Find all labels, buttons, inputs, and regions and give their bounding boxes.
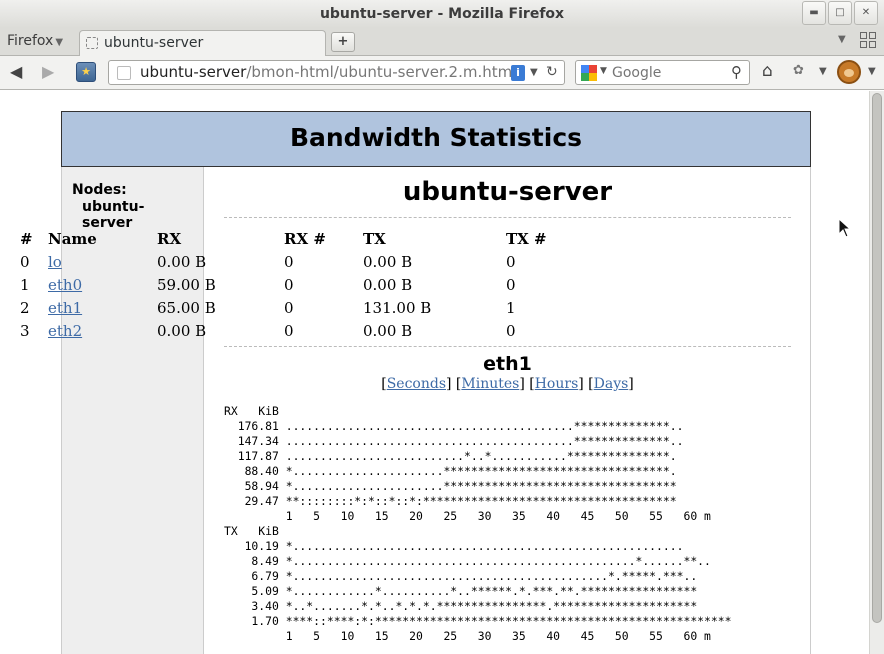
url-history-dropdown-icon[interactable]: ▼ [530, 61, 538, 84]
table-cell: eth1 [48, 296, 157, 319]
navigation-toolbar: ◀ ▶ ★ ubuntu-server/bmon-html/ubuntu-ser… [0, 56, 884, 90]
interface-link-eth1[interactable]: eth1 [48, 299, 82, 317]
table-cell: 1 [20, 275, 30, 294]
home-button[interactable]: ⌂ [762, 61, 773, 81]
minimize-button[interactable]: ▬ [802, 1, 826, 25]
table-cell: 3 [20, 321, 30, 340]
search-engine-dropdown-icon[interactable]: ▼ [600, 66, 607, 76]
page-favicon-icon [86, 37, 98, 49]
maximize-button[interactable]: □ [828, 1, 852, 25]
scrollbar-thumb[interactable] [872, 93, 882, 623]
greasemonkey-dropdown-icon[interactable]: ▼ [868, 66, 876, 77]
link-days[interactable]: Days [594, 376, 629, 392]
tab-strip: Firefox ▼ ubuntu-server + ▼ [0, 28, 884, 56]
tab-label: ubuntu-server [104, 35, 204, 51]
search-icon[interactable]: ⚲ [731, 63, 742, 81]
chevron-down-icon: ▼ [55, 37, 64, 48]
url-host: ubuntu-server [140, 63, 247, 81]
firefox-menu-button[interactable]: Firefox ▼ [7, 33, 63, 49]
addon-dropdown-icon[interactable]: ▼ [819, 66, 827, 77]
interface-link-lo[interactable]: lo [48, 253, 62, 271]
url-path: /bmon-html/ubuntu-server.2.m.html [246, 63, 517, 81]
period-links: [Seconds] [Minutes] [Hours] [Days] [381, 376, 634, 392]
mouse-cursor-icon [838, 218, 850, 238]
greasemonkey-icon[interactable] [837, 60, 861, 84]
table-cell: eth2 [48, 319, 157, 342]
forward-button[interactable]: ▶ [42, 62, 54, 81]
rx-ascii-graph: RX KiB 176.81 ..........................… [224, 404, 711, 523]
info-icon[interactable]: i [511, 65, 525, 81]
google-icon[interactable] [581, 65, 597, 81]
address-bar[interactable]: ubuntu-server/bmon-html/ubuntu-server.2.… [108, 60, 565, 85]
tx-ascii-graph: TX KiB 10.19 *..........................… [224, 524, 732, 643]
tab-ubuntu-server[interactable]: ubuntu-server [79, 30, 326, 56]
table-cell: lo [48, 250, 157, 273]
nodes-label: Nodes: [72, 182, 127, 198]
window-controls: ▬ □ ✕ [802, 1, 878, 25]
table-cell: eth0 [48, 273, 157, 296]
column-header: Name [48, 229, 97, 248]
window-title: ubuntu-server - Mozilla Firefox [319, 6, 565, 22]
window-titlebar: ubuntu-server - Mozilla Firefox ▬ □ ✕ [0, 0, 884, 28]
interface-title: eth1 [483, 353, 532, 375]
interface-link-eth0[interactable]: eth0 [48, 276, 82, 294]
interface-link-eth2[interactable]: eth2 [48, 322, 82, 340]
close-button[interactable]: ✕ [854, 1, 878, 25]
page-viewport: Bandwidth Statistics Nodes: ubuntu-serve… [0, 91, 869, 654]
new-tab-button[interactable]: + [331, 32, 355, 52]
firefox-menu-label: Firefox [7, 33, 54, 49]
table-cell: 0 [20, 252, 30, 271]
link-seconds[interactable]: Seconds [387, 376, 446, 392]
search-input[interactable] [612, 63, 727, 83]
link-hours[interactable]: Hours [535, 376, 579, 392]
list-all-tabs-button[interactable]: ▼ [838, 34, 846, 45]
vertical-scrollbar[interactable] [869, 91, 884, 654]
column-header: # [20, 229, 33, 248]
table-cell: 2 [20, 298, 30, 317]
search-bar[interactable]: ▼ ⚲ [575, 60, 750, 85]
site-identity-icon[interactable] [117, 66, 131, 80]
link-minutes[interactable]: Minutes [461, 376, 519, 392]
addon-icon[interactable]: ✿ [793, 63, 804, 78]
back-button[interactable]: ◀ [10, 62, 22, 81]
interface-detail: eth1 [Seconds] [Minutes] [Hours] [Days] … [204, 91, 811, 654]
bookmarks-button[interactable]: ★ [76, 62, 96, 82]
reload-icon[interactable]: ↻ [546, 61, 558, 84]
tab-groups-icon[interactable] [860, 32, 878, 50]
